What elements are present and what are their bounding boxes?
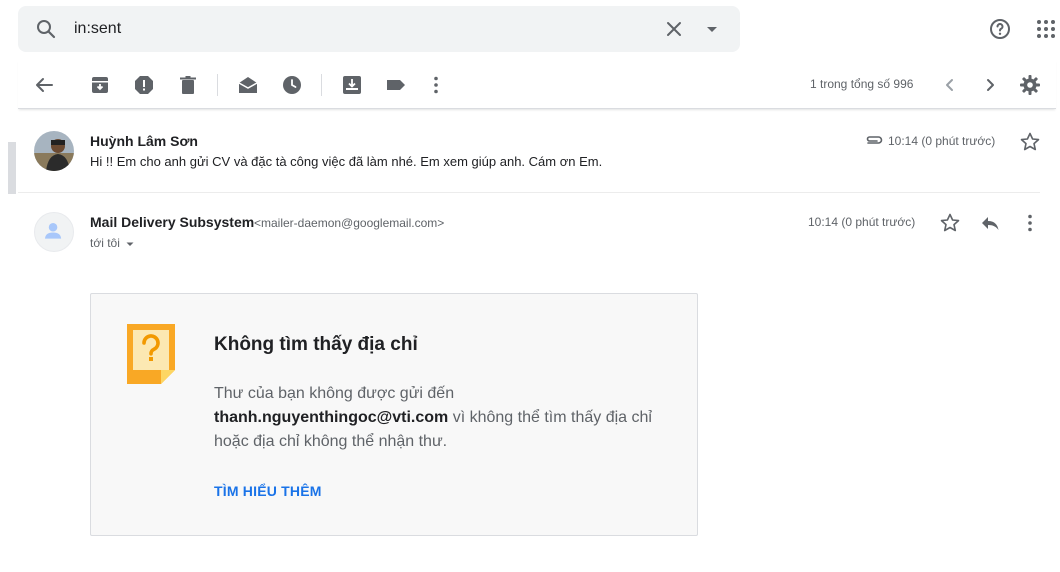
toolbar-divider	[321, 74, 322, 96]
archive-icon[interactable]	[88, 73, 112, 97]
report-spam-icon[interactable]	[132, 73, 156, 97]
move-to-icon[interactable]	[340, 73, 364, 97]
learn-more-link[interactable]: TÌM HIỂU THÊM	[214, 483, 322, 499]
search-options-icon[interactable]	[700, 17, 724, 41]
more-options-icon[interactable]	[424, 73, 448, 97]
toolbar-divider	[217, 74, 218, 96]
label-icon[interactable]	[384, 73, 408, 97]
star-icon[interactable]	[1018, 130, 1042, 154]
back-icon[interactable]	[32, 73, 56, 97]
attachment-icon	[862, 130, 886, 154]
search-input[interactable]	[74, 16, 634, 42]
delete-icon[interactable]	[176, 73, 200, 97]
avatar[interactable]	[34, 212, 74, 252]
pager-count: 1 trong tổng số 996	[810, 77, 914, 91]
mark-unread-icon[interactable]	[236, 73, 260, 97]
sender-name[interactable]: Mail Delivery Subsystem	[90, 214, 254, 230]
search-icon[interactable]	[34, 17, 58, 41]
question-note-icon	[127, 324, 175, 384]
message-prefix: Thư của bạn không được gửi đến	[214, 385, 455, 402]
message-snippet[interactable]: Hi !! Em cho anh gửi CV và đặc tà công v…	[90, 154, 602, 169]
next-icon[interactable]	[978, 73, 1002, 97]
recipient-address: thanh.nguyenthingoc@vti.com	[214, 409, 449, 426]
message-time: 10:14 (0 phút trước)	[808, 215, 916, 229]
sender-name[interactable]: Huỳnh Lâm Sơn	[90, 133, 198, 149]
recipient-details[interactable]: tới tôi	[90, 236, 135, 250]
star-icon[interactable]	[938, 211, 962, 235]
card-message: Thư của bạn không được gửi đến thanh.ngu…	[214, 382, 664, 454]
clear-search-icon[interactable]	[662, 17, 686, 41]
search-bar	[18, 6, 740, 52]
delivery-failure-card: Không tìm thấy địa chỉ Thư của bạn không…	[90, 293, 698, 536]
help-icon[interactable]	[988, 17, 1012, 41]
reply-icon[interactable]	[978, 211, 1002, 235]
message-divider	[18, 192, 1040, 193]
card-title: Không tìm thấy địa chỉ	[214, 334, 418, 355]
prev-icon[interactable]	[938, 73, 962, 97]
snooze-icon[interactable]	[280, 73, 304, 97]
message-toolbar: 1 trong tổng số 996	[18, 60, 1056, 109]
more-options-icon[interactable]	[1018, 211, 1042, 235]
settings-icon[interactable]	[1018, 73, 1042, 97]
scroll-indicator	[8, 142, 16, 194]
avatar[interactable]	[34, 131, 74, 171]
sender-email: <mailer-daemon@googlemail.com>	[254, 216, 445, 230]
chevron-down-icon	[126, 242, 134, 246]
message-time: 10:14 (0 phút trước)	[888, 134, 996, 148]
apps-grid-icon[interactable]	[1034, 17, 1058, 41]
recipient-label: tới tôi	[90, 236, 120, 250]
